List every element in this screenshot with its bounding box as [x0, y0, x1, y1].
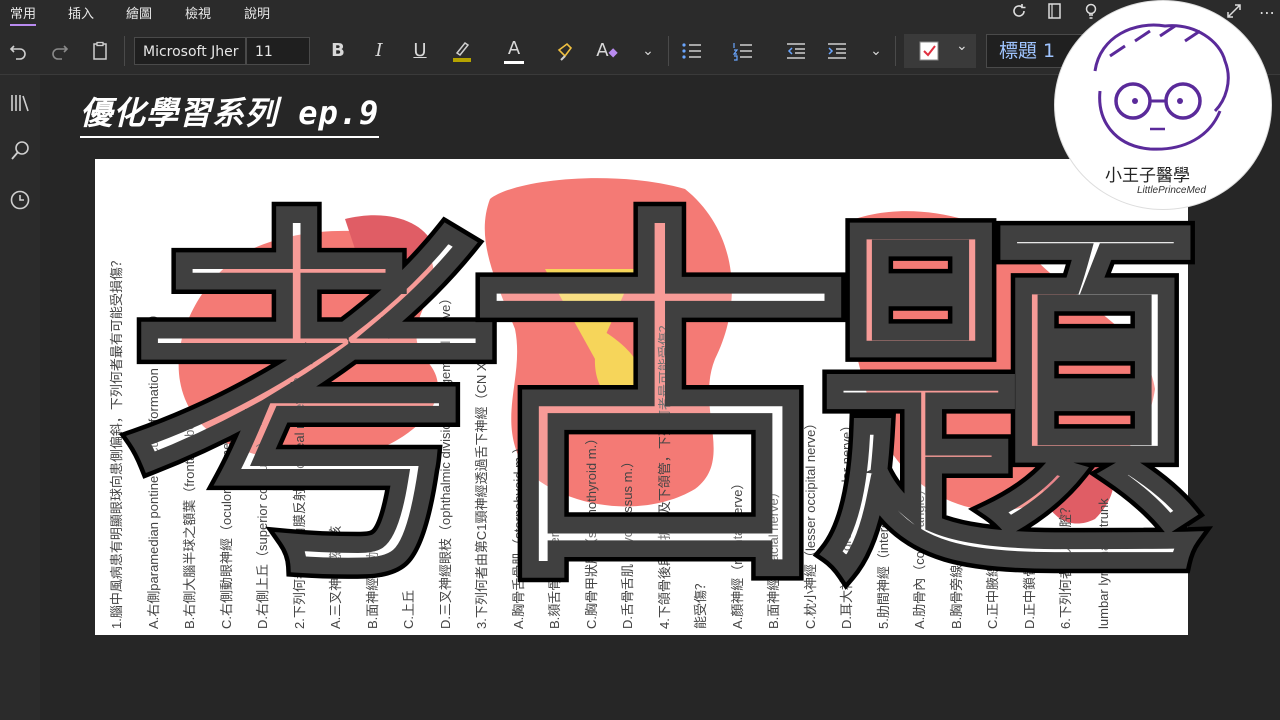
exam-text-line: 3.下列何者由第C1頸神經透過舌下神經（CN XII）來支配？: [474, 290, 489, 629]
font-color-glyph: A: [507, 38, 521, 59]
exam-text-line: D.正中鎖骨線: [1021, 550, 1037, 629]
italic-button[interactable]: I: [367, 37, 391, 65]
exam-text-line: A.胸骨舌骨肌（sternohyoid m.）: [510, 440, 526, 629]
exam-image: 1.腦中風病患有明顯眼球向患側偏斜，下列何者最有可能受損傷？ A.右側parame…: [95, 159, 1188, 635]
exam-text-line: C.胸骨甲狀肌（sternothyroid m.）: [583, 431, 599, 629]
underline-button[interactable]: U: [408, 37, 432, 65]
exam-text-line: 2.下列何者不是角膜反射（corneal reflex）？: [291, 371, 307, 629]
numbered-list-icon[interactable]: [731, 37, 755, 65]
recent-clock-icon[interactable]: [8, 188, 32, 212]
exam-text-line: C.右側動眼神經（oculomotor nerve）: [218, 411, 234, 629]
font-name-dropdown[interactable]: Microsoft Jher: [134, 37, 246, 65]
exam-text-line: A.顏神經（mental nerve）: [729, 476, 745, 629]
ribbon-divider: [895, 36, 896, 66]
exam-text-line: D.三叉神經眼枝（ophthalmic division of trigemin…: [437, 291, 453, 629]
exam-text-line: D.右側上丘（superior colliculus）: [255, 434, 270, 629]
checkbox-icon: [919, 41, 939, 61]
exam-text-line: 4.下頜骨後段骨折傷及下頜管，下列何者最可能受傷？: [656, 319, 672, 629]
styles-button[interactable]: A◆: [594, 37, 620, 65]
exam-text-line: 1.腦中風病患有明顯眼球向患側偏斜，下列何者最有可能受損傷？: [109, 254, 124, 629]
channel-watermark: 小王子醫學 LittlePrinceMed: [1054, 0, 1272, 210]
exam-text-line: B.胸骨旁線: [948, 564, 964, 629]
exam-text-line: D.舌骨舌肌（hyoglossus m.）: [620, 454, 635, 629]
left-navigation: [0, 75, 40, 720]
watermark-name: 小王子醫學: [1105, 166, 1190, 186]
exam-text-line: B.面神經運動核: [364, 538, 380, 629]
todo-tag-button[interactable]: ⌄: [904, 34, 976, 68]
eraser-icon: ◆: [608, 45, 618, 59]
exam-text-line: 6.下列何者進入胸腔？: [1058, 501, 1073, 629]
exam-text-line: B.右側大腦半球之額葉（frontal lobe）: [182, 409, 197, 629]
redo-icon[interactable]: [48, 37, 72, 65]
tab-home[interactable]: 常用: [10, 3, 37, 26]
clipboard-icon[interactable]: [88, 37, 112, 65]
tab-draw[interactable]: 繪圖: [126, 3, 152, 22]
library-icon[interactable]: [8, 91, 32, 115]
exam-text-line: C.正中腋線: [985, 563, 1000, 629]
font-size-dropdown[interactable]: 11: [246, 37, 310, 65]
exam-text-line: A.右側paramedian pontine reticular formati…: [145, 307, 161, 629]
tab-help[interactable]: 說明: [244, 3, 270, 22]
styles-glyph: A: [596, 40, 609, 61]
increase-indent-icon[interactable]: [825, 37, 849, 65]
exam-text-line: C.上丘: [401, 589, 416, 629]
page-title: 優化學習系列 ep.9: [80, 88, 380, 138]
exam-text-line: A.三叉神經感覺核: [328, 525, 343, 629]
chevron-down-icon[interactable]: ⌄: [638, 37, 658, 65]
bullet-list-icon[interactable]: [680, 37, 704, 65]
exam-text-line: B.頦舌骨肌（geniohyoid m.）: [547, 457, 562, 629]
exam-text-line: B.面神經（facial nerve）: [766, 485, 781, 629]
watermark-subtitle: LittlePrinceMed: [1137, 185, 1206, 196]
format-painter-icon[interactable]: [554, 37, 578, 65]
tab-insert[interactable]: 插入: [68, 3, 94, 22]
ribbon-divider: [668, 36, 669, 66]
search-icon[interactable]: [8, 139, 32, 163]
sync-icon[interactable]: [1008, 2, 1030, 24]
font-color-button[interactable]: A: [502, 37, 526, 65]
exam-text-line: 能受傷？: [693, 576, 708, 629]
undo-icon[interactable]: [6, 37, 30, 65]
decrease-indent-icon[interactable]: [784, 37, 808, 65]
exam-text-line: A.肋骨內（costal angle）: [912, 482, 927, 629]
exam-text-line: D.耳大神經（great auricular nerve）: [839, 418, 854, 629]
font-color-swatch: [504, 61, 524, 64]
exam-text-line: C.枕小神經（lesser occipital nerve）: [802, 416, 818, 629]
bold-button[interactable]: B: [326, 37, 350, 65]
exam-text-line: lumbar lymphatic trunk: [1095, 498, 1111, 629]
chevron-down-icon: ⌄: [956, 38, 968, 54]
highlighter-icon[interactable]: [450, 37, 474, 65]
tab-view[interactable]: 檢視: [185, 3, 211, 22]
ribbon-divider: [124, 36, 125, 66]
chevron-down-icon[interactable]: ⌄: [866, 37, 886, 65]
exam-text-line: 5.肋間神經（intercostal nerve）: [875, 444, 891, 629]
